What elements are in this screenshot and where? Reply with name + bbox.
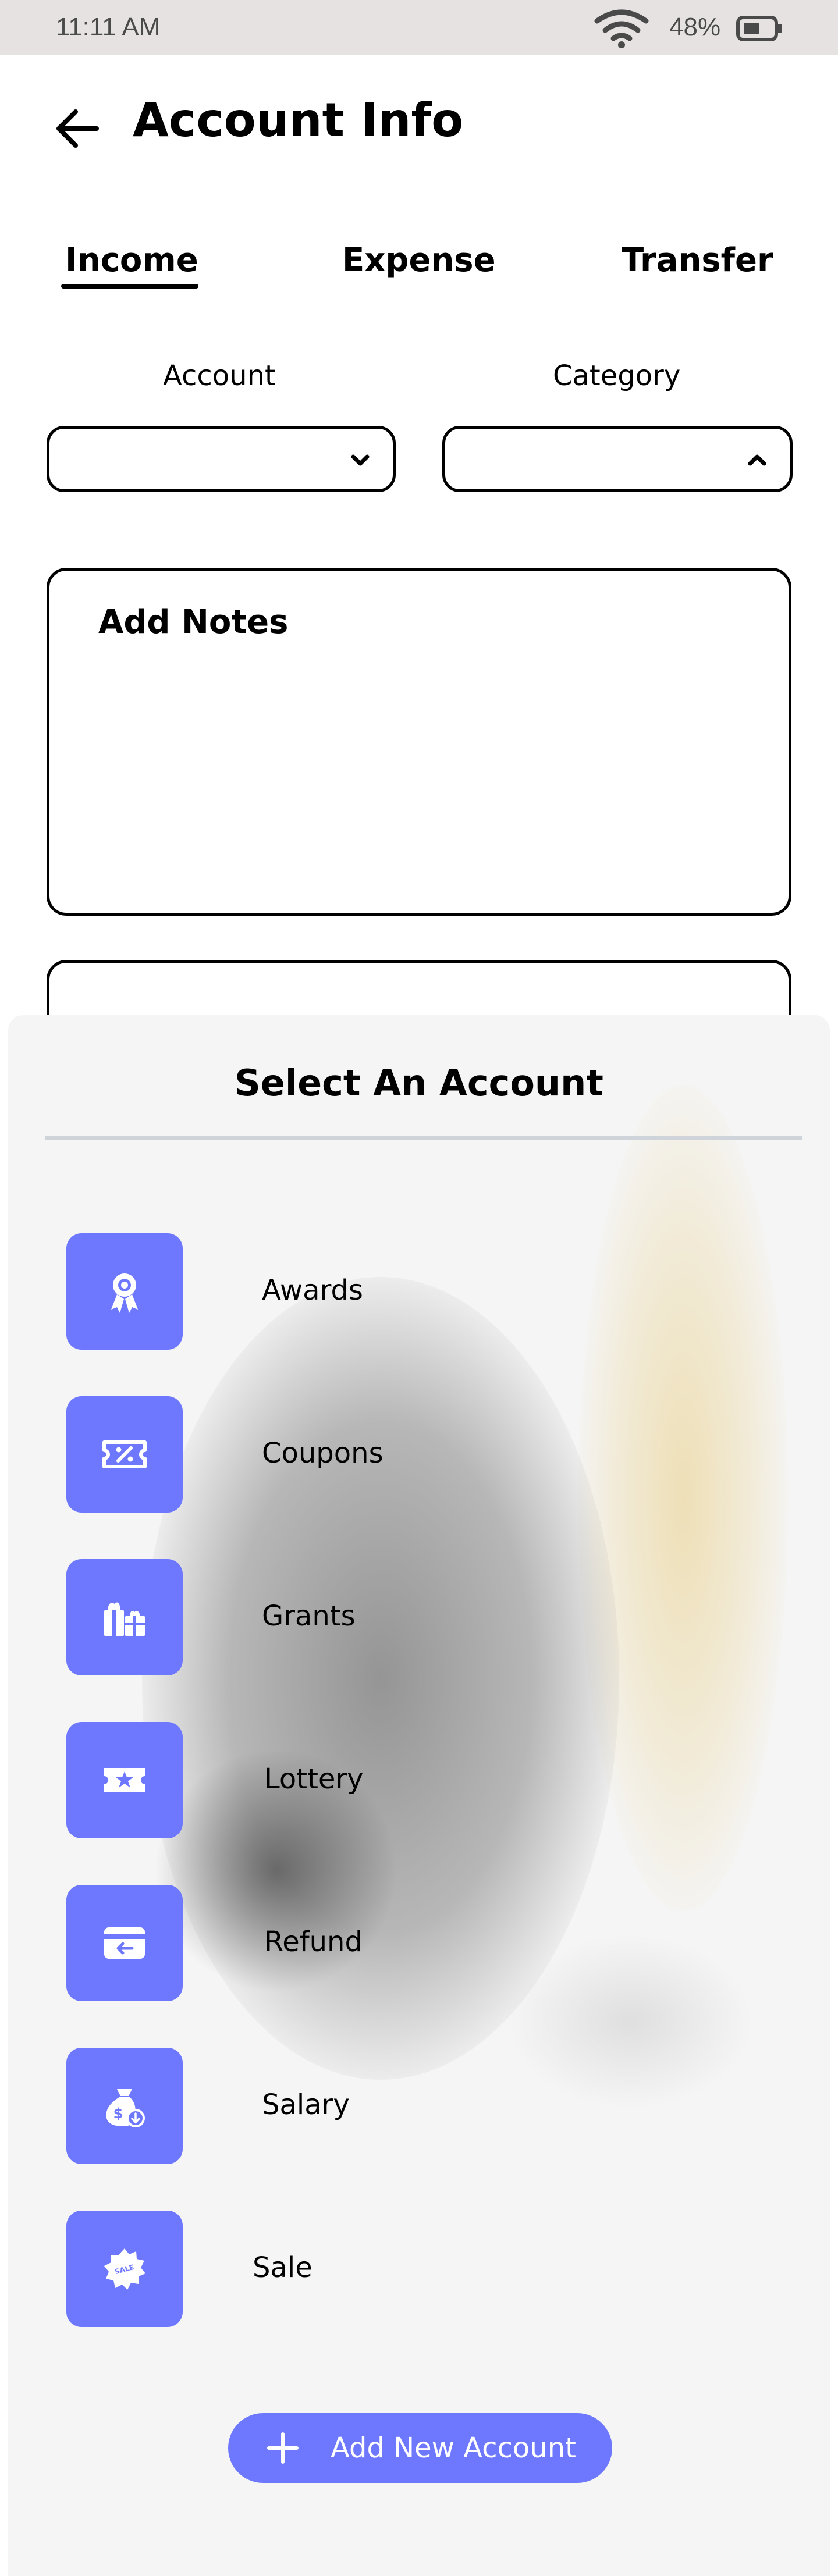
account-item-refund[interactable]: Refund	[66, 1885, 706, 2001]
account-item-coupons[interactable]: Coupons	[66, 1396, 706, 1513]
account-label: Salary	[262, 2088, 350, 2121]
card-refund-icon	[66, 1885, 183, 2001]
tab-transfer[interactable]: Transfer	[622, 241, 773, 279]
page-title: Account Info	[133, 93, 464, 147]
account-select[interactable]	[47, 426, 396, 492]
notes-label: Add Notes	[98, 603, 289, 641]
account-label: Sale	[253, 2251, 313, 2284]
account-label: Account	[163, 360, 276, 392]
account-label: Awards	[262, 1274, 363, 1307]
ticket-star-icon	[66, 1722, 183, 1838]
account-item-salary[interactable]: $ Salary	[66, 2048, 706, 2164]
battery-percent: 48%	[669, 13, 721, 41]
battery-icon	[736, 16, 782, 41]
account-label: Lottery	[264, 1763, 364, 1795]
category-select[interactable]	[442, 426, 793, 492]
tab-income[interactable]: Income	[65, 241, 198, 279]
chevron-down-icon	[351, 454, 370, 466]
status-time: 11:11 AM	[56, 13, 161, 41]
award-ribbon-icon	[66, 1233, 183, 1350]
account-item-lottery[interactable]: Lottery	[66, 1722, 706, 1838]
divider	[45, 1136, 802, 1140]
back-arrow-icon[interactable]	[52, 104, 102, 154]
account-label: Grants	[262, 1600, 356, 1632]
category-label: Category	[553, 360, 681, 392]
chevron-up-icon	[748, 454, 766, 466]
money-bag-icon: $	[66, 2048, 183, 2164]
select-account-sheet: Select An Account Awards Coupons Grants …	[8, 1015, 830, 2576]
coupon-icon	[66, 1396, 183, 1513]
account-label: Coupons	[262, 1437, 384, 1470]
sale-badge-icon: SALE	[66, 2211, 183, 2327]
notes-textarea[interactable]: Add Notes	[47, 568, 791, 916]
account-item-grants[interactable]: Grants	[66, 1559, 706, 1675]
add-new-account-button[interactable]: Add New Account	[228, 2413, 612, 2483]
account-item-sale[interactable]: SALE Sale	[66, 2211, 706, 2327]
account-label: Refund	[264, 1926, 363, 1958]
svg-text:$: $	[113, 2105, 123, 2122]
sheet-title: Select An Account	[235, 1062, 603, 1104]
account-item-awards[interactable]: Awards	[66, 1233, 706, 1350]
status-bar: 11:11 AM 48%	[0, 0, 838, 55]
add-new-account-label: Add New Account	[331, 2432, 576, 2464]
gift-icon	[66, 1559, 183, 1675]
tab-expense[interactable]: Expense	[342, 241, 496, 279]
active-tab-indicator	[61, 284, 198, 289]
plus-icon	[267, 2432, 299, 2464]
wifi-icon	[594, 9, 649, 48]
